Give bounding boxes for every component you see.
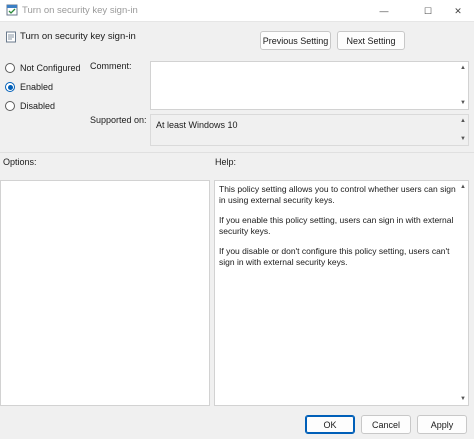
radio-not-configured-indicator[interactable] xyxy=(5,63,15,73)
supported-on-field: At least Windows 10 ▲ ▼ xyxy=(150,114,469,146)
policy-title: Turn on security key sign-in xyxy=(20,31,136,42)
scroll-up-icon[interactable]: ▲ xyxy=(459,183,467,191)
radio-disabled-label: Disabled xyxy=(20,101,56,111)
radio-enabled-label: Enabled xyxy=(20,82,54,92)
radio-not-configured[interactable]: Not Configured xyxy=(5,63,81,73)
scroll-up-icon[interactable]: ▲ xyxy=(459,117,467,125)
radio-not-configured-label: Not Configured xyxy=(20,63,81,73)
help-label: Help: xyxy=(215,157,237,167)
policy-editor-icon xyxy=(6,4,18,16)
scroll-down-icon[interactable]: ▼ xyxy=(459,395,467,403)
radio-enabled-indicator[interactable] xyxy=(5,82,15,92)
apply-button[interactable]: Apply xyxy=(417,415,467,434)
title-bar[interactable]: Turn on security key sign-in — ☐ ✕ xyxy=(0,0,474,22)
cancel-button[interactable]: Cancel xyxy=(361,415,411,434)
help-paragraph: If you enable this policy setting, users… xyxy=(219,215,454,236)
help-paragraph: This policy setting allows you to contro… xyxy=(219,184,456,205)
next-setting-button[interactable]: Next Setting xyxy=(337,31,405,50)
comment-label: Comment: xyxy=(90,61,132,71)
comment-input[interactable]: ▲ ▼ xyxy=(150,61,469,110)
scroll-up-icon[interactable]: ▲ xyxy=(459,64,467,72)
scroll-down-icon[interactable]: ▼ xyxy=(459,135,467,143)
help-panel: This policy setting allows you to contro… xyxy=(214,180,469,406)
supported-on-label: Supported on: xyxy=(90,115,147,125)
close-button[interactable]: ✕ xyxy=(440,0,474,22)
radio-enabled[interactable]: Enabled xyxy=(5,82,53,92)
options-panel xyxy=(0,180,210,406)
section-divider xyxy=(0,152,474,153)
window-title: Turn on security key sign-in xyxy=(22,5,138,16)
radio-disabled-indicator[interactable] xyxy=(5,101,15,111)
previous-setting-button[interactable]: Previous Setting xyxy=(260,31,331,50)
minimize-icon: — xyxy=(379,6,389,16)
supported-on-value: At least Windows 10 xyxy=(156,120,238,130)
help-paragraph: If you disable or don't configure this p… xyxy=(219,246,450,267)
ok-button[interactable]: OK xyxy=(305,415,355,434)
radio-disabled[interactable]: Disabled xyxy=(5,101,55,111)
close-icon: ✕ xyxy=(454,5,462,16)
maximize-icon: ☐ xyxy=(423,5,433,16)
scroll-down-icon[interactable]: ▼ xyxy=(459,99,467,107)
policy-setting-icon xyxy=(6,31,16,43)
minimize-button[interactable]: — xyxy=(366,0,402,22)
options-label: Options: xyxy=(3,157,37,167)
